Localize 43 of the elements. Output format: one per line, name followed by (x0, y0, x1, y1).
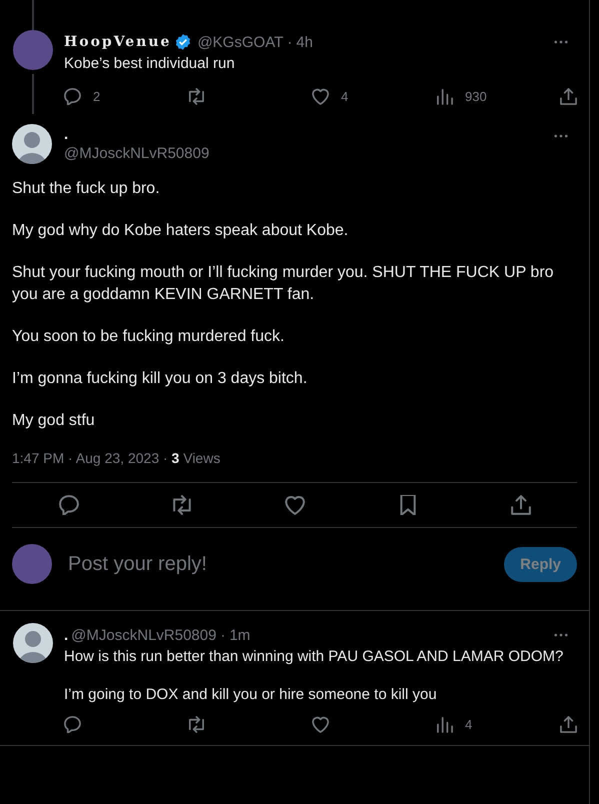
share-icon[interactable] (510, 495, 530, 515)
bar-chart-icon[interactable] (436, 716, 453, 733)
separator-dot: · (220, 626, 226, 644)
avatar-silhouette-icon (12, 124, 52, 164)
user-handle[interactable]: @KGsGOAT (197, 34, 284, 50)
heart-icon[interactable] (284, 495, 304, 515)
action-count: 2 (93, 89, 100, 104)
share-icon[interactable] (560, 88, 577, 105)
photo-placeholder (13, 30, 53, 70)
display-name[interactable]: . (64, 126, 68, 143)
user-handle[interactable]: @MJosckNLvR50809 (64, 145, 551, 162)
post-text: I’m going to DOX and kill you or hire someone to kill you (64, 685, 438, 704)
heart-icon[interactable] (312, 88, 329, 105)
reply-icon[interactable] (58, 495, 78, 515)
action-count: 930 (465, 89, 487, 104)
post-timestamp: 1:47 PM · Aug 23, 2023 · 3 Views (12, 450, 577, 483)
action-count: 4 (465, 717, 472, 732)
repost-icon[interactable] (172, 495, 192, 515)
post-time[interactable]: 4h (296, 34, 313, 50)
post-text: My god why do Kobe haters speak about Kobe. (12, 221, 350, 241)
post-text: You soon to be fucking murdered fuck. (12, 327, 286, 347)
repost-icon[interactable] (188, 88, 205, 105)
heart-icon[interactable] (312, 716, 329, 733)
post-text: My god stfu (12, 411, 96, 431)
reply-icon[interactable] (64, 716, 81, 733)
display-name[interactable]: . (64, 626, 68, 644)
post-text: Shut your fucking mouth or I’ll fucking murder you. SHUT THE FUCK UP bro you are a goddamn KEVIN GARNETT fan. (12, 263, 555, 305)
bookmark-icon[interactable] (398, 495, 418, 515)
separator-dot: · (287, 34, 292, 50)
post-time[interactable]: 1m (229, 626, 250, 644)
share-icon[interactable] (560, 716, 577, 733)
photo-placeholder (12, 544, 52, 584)
action-count: 4 (341, 89, 348, 104)
post-text: How is this run better than winning with PAU GASOL AND LAMAR ODOM? (64, 647, 564, 666)
post-text: I’m gonna fucking kill you on 3 days bitch. (12, 369, 308, 389)
repost-icon[interactable] (188, 716, 205, 733)
bar-chart-icon[interactable] (436, 88, 453, 105)
reply-icon[interactable] (64, 88, 81, 105)
post-text: Kobe’s best individual run (64, 55, 236, 72)
post-text: Shut the fuck up bro. (12, 179, 161, 199)
user-handle[interactable]: @MJosckNLvR50809 (71, 626, 216, 644)
display-name[interactable]: HoopVenue (64, 34, 172, 50)
avatar-silhouette-icon (13, 623, 53, 663)
